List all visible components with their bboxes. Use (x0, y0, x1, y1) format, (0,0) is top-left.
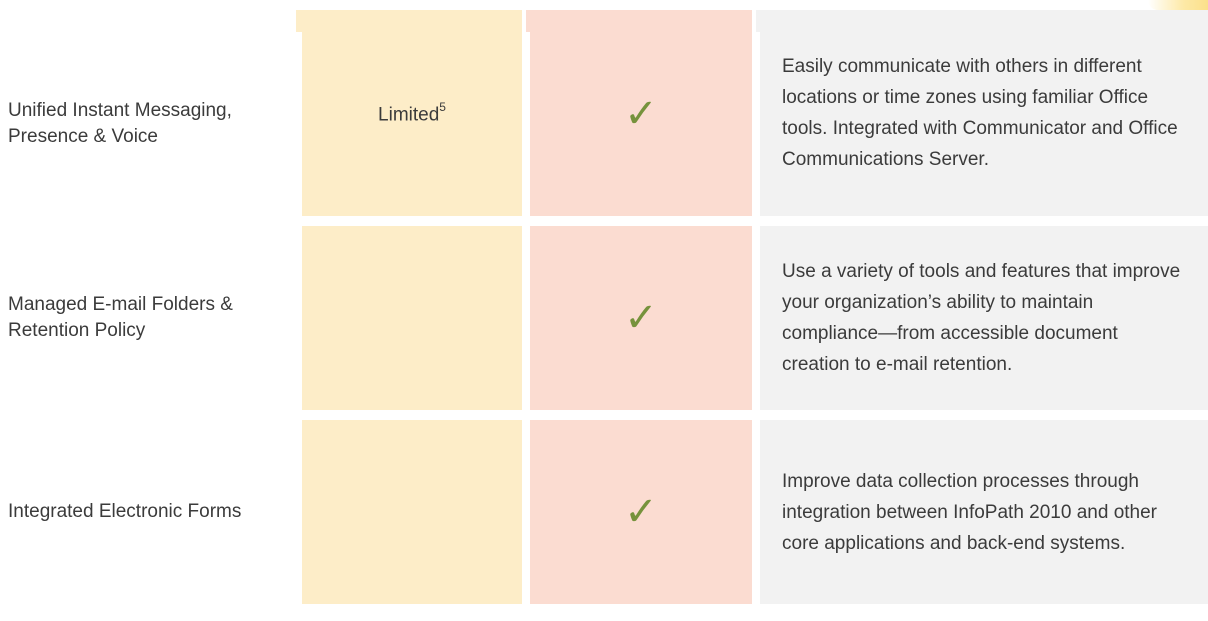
standard-cell: Limited5 (302, 32, 522, 216)
corner-decoration (1148, 0, 1208, 10)
feature-name: Unified Instant Messaging, Presence & Vo… (8, 100, 232, 147)
description-cell: Improve data collection processes throug… (760, 420, 1208, 604)
table-row: Unified Instant Messaging, Presence & Vo… (0, 10, 1208, 216)
feature-cell: Integrated Electronic Forms (0, 420, 290, 604)
standard-column-header-strip (296, 10, 522, 32)
feature-name: Managed E-mail Folders & Retention Polic… (8, 294, 233, 341)
professional-cell: ✓ (530, 226, 752, 410)
standard-value: Limited5 (378, 99, 446, 126)
feature-comparison-table: Unified Instant Messaging, Presence & Vo… (0, 0, 1208, 621)
professional-column-header-strip (526, 10, 752, 32)
feature-cell: Unified Instant Messaging, Presence & Vo… (0, 32, 290, 216)
feature-name: Integrated Electronic Forms (8, 501, 242, 522)
table-row: Integrated Electronic Forms ✓ Improve da… (0, 420, 1208, 604)
description-cell: Easily communicate with others in differ… (760, 10, 1208, 216)
standard-cell (302, 420, 522, 604)
professional-cell: ✓ (530, 32, 752, 216)
check-icon: ✓ (624, 489, 658, 535)
professional-cell: ✓ (530, 420, 752, 604)
description-cell: Use a variety of tools and features that… (760, 226, 1208, 410)
table-row: Managed E-mail Folders & Retention Polic… (0, 226, 1208, 410)
check-icon: ✓ (624, 295, 658, 341)
standard-cell (302, 226, 522, 410)
feature-cell: Managed E-mail Folders & Retention Polic… (0, 226, 290, 410)
check-icon: ✓ (624, 91, 658, 137)
footnote-marker: 5 (439, 99, 446, 114)
description-text: Easily communicate with others in differ… (782, 56, 1178, 170)
description-text: Improve data collection processes throug… (782, 470, 1158, 554)
description-text: Use a variety of tools and features that… (782, 261, 1181, 375)
